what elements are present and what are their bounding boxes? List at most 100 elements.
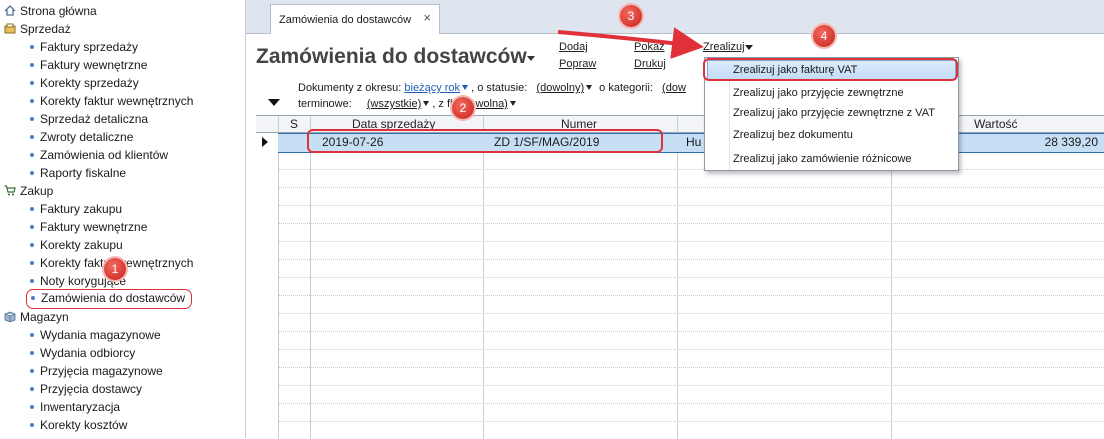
bullet-icon xyxy=(30,369,34,373)
okres-label: Dokumenty z okresu: xyxy=(298,82,402,94)
sidebar-item-wydania-odbiorcy[interactable]: Wydania odbiorcy xyxy=(30,344,135,362)
sidebar-item-faktury-zakupu[interactable]: Faktury zakupu xyxy=(30,200,122,218)
column-header-data[interactable]: Data sprzedaży xyxy=(352,117,435,131)
chevron-down-icon[interactable] xyxy=(527,56,535,61)
sidebar-item-label: Sprzedaż detaliczna xyxy=(40,112,149,126)
terminowe-dropdown[interactable]: (wszystkie) xyxy=(367,98,421,110)
bullet-icon xyxy=(30,387,34,391)
flaga-label: , z fl xyxy=(432,98,453,110)
sidebar-item-przyjecia-magazynowe[interactable]: Przyjęcia magazynowe xyxy=(30,362,163,380)
menu-item-faktura-vat[interactable]: Zrealizuj jako fakturę VAT xyxy=(733,64,857,76)
bullet-icon xyxy=(30,135,34,139)
step-badge-3: 3 xyxy=(620,5,642,27)
bullet-icon xyxy=(30,261,34,265)
bullet-icon xyxy=(31,296,35,300)
tab-label: Zamówienia do dostawców xyxy=(279,14,412,26)
menu-item-bez-dokumentu[interactable]: Zrealizuj bez dokumentu xyxy=(733,129,853,141)
sidebar-item-faktury-wewnetrzne[interactable]: Faktury wewnętrzne xyxy=(30,56,147,74)
sidebar-item-zamowienia-do-dostawcow[interactable]: Zamówienia do dostawców xyxy=(26,289,193,309)
sidebar-item-zwroty-detaliczne[interactable]: Zwroty detaliczne xyxy=(30,128,133,146)
filter-line-1: Dokumenty z okresu: bieżący rok , o stat… xyxy=(298,82,686,94)
filter-toggle-icon[interactable] xyxy=(268,99,280,106)
cell-numer[interactable]: ZD 1/SF/MAG/2019 xyxy=(494,135,599,149)
tab-zamowienia-do-dostawcow[interactable]: Zamówienia do dostawców × xyxy=(270,4,440,34)
cell-data[interactable]: 2019-07-26 xyxy=(322,135,383,149)
cart-icon xyxy=(4,183,16,196)
sidebar-item-faktury-sprzedazy[interactable]: Faktury sprzedaży xyxy=(30,38,138,56)
sidebar-group-home[interactable]: Strona główna xyxy=(4,2,97,20)
sidebar-item-label: Przyjęcia dostawcy xyxy=(40,382,143,396)
chevron-down-icon[interactable] xyxy=(462,85,469,90)
sidebar-item-zamowienia-od-klientow[interactable]: Zamówienia od klientów xyxy=(30,146,168,164)
bullet-icon xyxy=(30,351,34,355)
chevron-down-icon[interactable] xyxy=(745,45,753,50)
sidebar-group-warehouse[interactable]: Magazyn xyxy=(4,308,69,326)
bullet-icon xyxy=(30,117,34,121)
bullet-icon xyxy=(30,279,34,283)
step-badge-2: 2 xyxy=(452,97,474,119)
kategoria-dropdown[interactable]: (dow xyxy=(662,82,686,94)
chevron-down-icon[interactable] xyxy=(509,101,516,106)
column-header-numer[interactable]: Numer xyxy=(561,117,597,131)
box-icon xyxy=(4,309,16,323)
current-row-icon xyxy=(262,137,268,147)
cell-wartosc[interactable]: 28 339,20 xyxy=(1045,135,1098,149)
sidebar-item-label: Korekty zakupu xyxy=(40,238,123,252)
bullet-icon xyxy=(30,171,34,175)
sidebar-item-inwentaryzacja[interactable]: Inwentaryzacja xyxy=(30,398,120,416)
sidebar-item-label: Zamówienia do dostawców xyxy=(41,291,186,305)
bullet-icon xyxy=(30,45,34,49)
menu-item-przyjecie-zewnetrzne-vat[interactable]: Zrealizuj jako przyjęcie zewnętrzne z VA… xyxy=(733,107,935,119)
sidebar-item-label: Zamówienia od klientów xyxy=(40,148,169,162)
menu-item-przyjecie-zewnetrzne[interactable]: Zrealizuj jako przyjęcie zewnętrzne xyxy=(733,87,904,99)
sidebar-group-purchase[interactable]: Zakup xyxy=(4,182,53,200)
sidebar-item-label: Inwentaryzacja xyxy=(40,400,121,414)
sidebar-item-label: Faktury zakupu xyxy=(40,202,123,216)
terminowe-label: terminowe: xyxy=(298,98,352,110)
step-badge-4: 4 xyxy=(813,25,835,47)
sidebar-item-label: Przyjęcia magazynowe xyxy=(40,364,163,378)
sidebar-item-sprzedaz-detaliczna[interactable]: Sprzedaż detaliczna xyxy=(30,110,148,128)
column-header-s[interactable]: S xyxy=(290,117,298,131)
sidebar-item-label: Korekty faktur wewnętrznych xyxy=(40,94,194,108)
column-header-wartosc[interactable]: Wartość xyxy=(974,117,1018,131)
cell-kontrahent[interactable]: Hu xyxy=(686,135,701,149)
sidebar-item-label: Korekty sprzedaży xyxy=(40,76,139,90)
bullet-icon xyxy=(30,423,34,427)
sidebar-group-label: Magazyn xyxy=(20,310,69,324)
step-badge-1: 1 xyxy=(104,258,126,280)
sidebar-item-label: Faktury wewnętrzne xyxy=(40,58,148,72)
sidebar-item-korekty-zakupu[interactable]: Korekty zakupu xyxy=(30,236,123,254)
sidebar-item-label: Zwroty detaliczne xyxy=(40,130,134,144)
sidebar-group-label: Strona główna xyxy=(20,4,97,18)
sidebar-item-przyjecia-dostawcy[interactable]: Przyjęcia dostawcy xyxy=(30,380,142,398)
okres-dropdown[interactable]: bieżący rok xyxy=(404,82,460,94)
bullet-icon xyxy=(30,207,34,211)
menu-item-zamowienie-roznicowe[interactable]: Zrealizuj jako zamówienie różnicowe xyxy=(733,153,912,165)
home-icon xyxy=(4,3,16,16)
filter-line-2: terminowe: (wszystkie) , z fl (dowolna) xyxy=(298,98,516,110)
sidebar-item-korekty-sprzedazy[interactable]: Korekty sprzedaży xyxy=(30,74,139,92)
sidebar-item-raporty-fiskalne[interactable]: Raporty fiskalne xyxy=(30,164,126,182)
sidebar-item-faktury-wewnetrzne-zakup[interactable]: Faktury wewnętrzne xyxy=(30,218,147,236)
sidebar-item-korekty-faktur-wewnetrznych[interactable]: Korekty faktur wewnętrznych xyxy=(30,92,193,110)
navigation-sidebar: Strona główna Sprzedaż Faktury sprzedaży… xyxy=(0,0,246,438)
bullet-icon xyxy=(30,99,34,103)
sidebar-item-korekty-kosztow[interactable]: Korekty kosztów xyxy=(30,416,127,434)
status-label: , o statusie: xyxy=(471,82,528,94)
chevron-down-icon[interactable] xyxy=(586,85,593,90)
sidebar-item-label: Wydania magazynowe xyxy=(40,328,161,342)
sidebar-item-label: Faktury sprzedaży xyxy=(40,40,139,54)
sidebar-item-wydania-magazynowe[interactable]: Wydania magazynowe xyxy=(30,326,161,344)
page-title[interactable]: Zamówienia do dostawców xyxy=(256,45,527,69)
sidebar-group-label: Sprzedaż xyxy=(20,22,71,36)
kategoria-label: o kategorii: xyxy=(599,82,653,94)
sidebar-group-sales[interactable]: Sprzedaż xyxy=(4,20,71,38)
chevron-down-icon[interactable] xyxy=(423,101,430,106)
close-icon[interactable]: × xyxy=(423,10,431,25)
zrealizuj-dropdown-menu: Zrealizuj jako fakturę VAT Zrealizuj jak… xyxy=(704,57,959,171)
bullet-icon xyxy=(30,81,34,85)
sidebar-item-label: Wydania odbiorcy xyxy=(40,346,136,360)
status-dropdown[interactable]: (dowolny) xyxy=(536,82,584,94)
orders-table: S Data sprzedaży Numer Wartość 2019-07-2… xyxy=(256,115,1104,439)
